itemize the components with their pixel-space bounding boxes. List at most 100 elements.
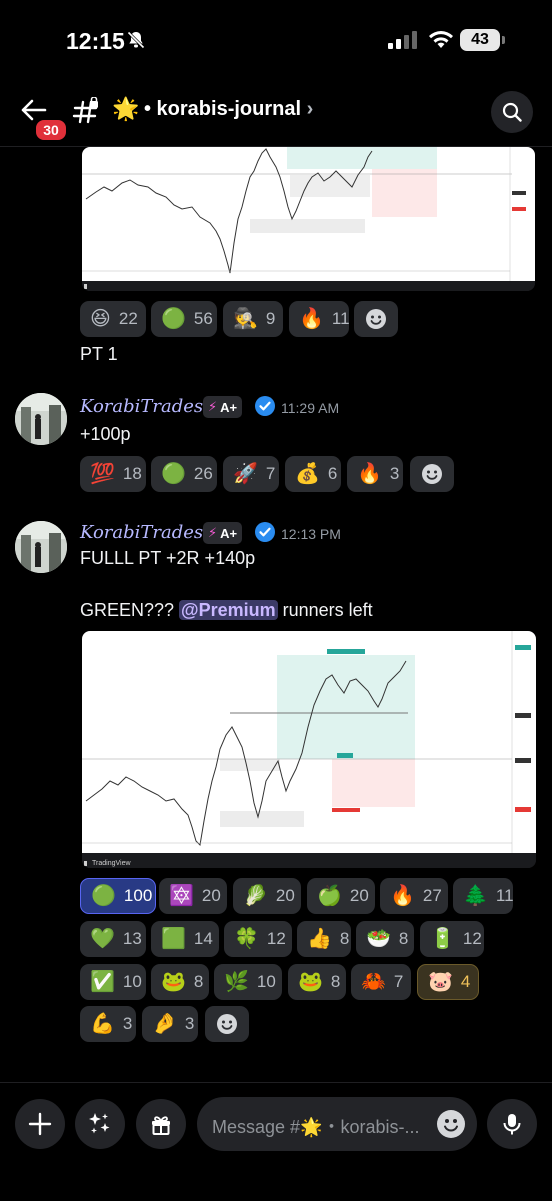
- reaction-count: 56: [193, 309, 213, 328]
- reaction-emoji: 💯: [90, 463, 115, 485]
- reaction-count: 8: [193, 972, 204, 991]
- reaction-count: 20: [275, 886, 295, 905]
- author-name[interactable]: KorabiTrades: [80, 522, 203, 543]
- reaction-pill[interactable]: 🍏 20: [307, 878, 375, 914]
- channel-star-emoji: 🌟: [112, 96, 140, 121]
- locked-hash-icon: [72, 96, 100, 130]
- reaction-count: 8: [339, 929, 350, 948]
- role-tag[interactable]: ⚡ A+: [203, 396, 243, 418]
- reaction-pill[interactable]: 💪 3: [80, 1006, 136, 1042]
- message-text: +100p: [80, 424, 131, 444]
- reaction-emoji: 🟢: [161, 463, 186, 485]
- reaction-emoji: 🌲: [463, 885, 488, 907]
- chart-image-bottom[interactable]: TradingView: [82, 631, 536, 868]
- avatar[interactable]: [15, 393, 67, 445]
- reaction-pill[interactable]: 💯 18: [80, 456, 146, 492]
- reaction-pill[interactable]: 🟢 56: [151, 301, 217, 337]
- text-suffix: runners left: [277, 600, 373, 620]
- reaction-pill[interactable]: 🐸 8: [288, 964, 346, 1000]
- add-button[interactable]: [15, 1099, 65, 1149]
- role-tag[interactable]: ⚡ A+: [203, 522, 243, 544]
- reaction-emoji: 🦀: [361, 971, 386, 993]
- message-timestamp: 12:13 PM: [281, 526, 341, 542]
- gift-button[interactable]: [136, 1099, 186, 1149]
- message-text-line2: GREEN??? @Premium runners left: [80, 600, 373, 621]
- reaction-pill[interactable]: 🥗 8: [356, 921, 414, 957]
- reaction-pill[interactable]: 🔋 12: [420, 921, 484, 957]
- emoji-picker-button[interactable]: [437, 1110, 465, 1138]
- reaction-pill[interactable]: 🔥 11: [289, 301, 350, 337]
- role-tag-label: A+: [220, 525, 238, 541]
- reaction-pill[interactable]: 🟢 100: [80, 878, 156, 914]
- text-prefix: GREEN???: [80, 600, 180, 620]
- reaction-pill[interactable]: 🚀 7: [223, 456, 279, 492]
- reaction-count: 13: [122, 929, 142, 948]
- add-reaction-button[interactable]: [205, 1006, 249, 1042]
- reaction-pill[interactable]: 🦀 7: [351, 964, 411, 1000]
- reaction-pill[interactable]: 😆 22: [80, 301, 146, 337]
- reaction-pill[interactable]: 🍀 12: [224, 921, 292, 957]
- reaction-emoji: 🤌: [152, 1013, 177, 1035]
- reaction-emoji: 🔥: [357, 463, 382, 485]
- role-mention[interactable]: @Premium: [179, 600, 278, 620]
- chart-image-top[interactable]: [82, 147, 535, 291]
- message-timestamp: 11:29 AM: [281, 400, 340, 416]
- reaction-pill[interactable]: 🌲 11: [453, 878, 514, 914]
- reaction-count: 14: [193, 929, 213, 948]
- avatar[interactable]: [15, 521, 67, 573]
- reaction-emoji: 💪: [90, 1013, 115, 1035]
- reaction-emoji: 👍: [307, 928, 332, 950]
- verified-icon: [255, 396, 275, 416]
- apps-button[interactable]: [75, 1099, 125, 1149]
- reaction-pill[interactable]: 👍 8: [297, 921, 351, 957]
- reaction-emoji: 💰: [295, 463, 320, 485]
- reaction-pill[interactable]: 🔯 20: [159, 878, 227, 914]
- reaction-count: 6: [327, 464, 338, 483]
- reaction-pill[interactable]: 🤌 3: [142, 1006, 198, 1042]
- search-button[interactable]: [491, 91, 533, 133]
- reaction-count: 10: [122, 972, 142, 991]
- search-icon: [502, 102, 522, 122]
- reaction-emoji: ✅: [90, 971, 115, 993]
- reaction-pill[interactable]: 🔥 27: [380, 878, 448, 914]
- add-reaction-button[interactable]: [410, 456, 454, 492]
- reaction-pill[interactable]: 💚 13: [80, 921, 146, 957]
- reaction-emoji: 🟩: [161, 928, 186, 950]
- reaction-count: 7: [393, 972, 404, 991]
- reaction-count: 3: [122, 1014, 133, 1033]
- voice-message-button[interactable]: [487, 1099, 537, 1149]
- smiley-icon: [444, 1119, 458, 1132]
- reaction-pill[interactable]: 🟢 26: [151, 456, 217, 492]
- reaction-count: 12: [266, 929, 286, 948]
- message-text-pt1: PT 1: [80, 344, 118, 364]
- add-reaction-button[interactable]: [354, 301, 398, 337]
- reaction-pill[interactable]: 🐸 8: [151, 964, 209, 1000]
- reaction-count: 11: [495, 886, 514, 905]
- verified-icon: [255, 522, 275, 542]
- reaction-count: 3: [389, 464, 400, 483]
- clock: 12:15: [66, 28, 125, 54]
- unread-badge: 30: [34, 118, 68, 142]
- reaction-pill[interactable]: 🔥 3: [347, 456, 403, 492]
- reaction-pill[interactable]: ✅ 10: [80, 964, 146, 1000]
- tradingview-icon: [84, 284, 87, 289]
- message-input[interactable]: Message #🌟・korabis-...: [197, 1097, 477, 1151]
- reaction-count: 8: [398, 929, 409, 948]
- reaction-pill[interactable]: 🥬 20: [233, 878, 301, 914]
- reaction-pill[interactable]: 🌿 10: [214, 964, 282, 1000]
- reaction-count: 12: [462, 929, 482, 948]
- author-name[interactable]: KorabiTrades: [80, 396, 203, 417]
- reaction-pill[interactable]: 🐷 4: [417, 964, 479, 1000]
- reaction-count: 7: [265, 464, 276, 483]
- reaction-emoji: 🕵️: [233, 308, 258, 330]
- tradingview-icon: [84, 861, 87, 866]
- channel-name[interactable]: • korabis-journal ›: [144, 98, 313, 121]
- reaction-pill[interactable]: 🕵️ 9: [223, 301, 283, 337]
- reaction-emoji: 🥬: [243, 885, 268, 907]
- plus-icon: [28, 1112, 52, 1136]
- reaction-pill[interactable]: 🟩 14: [151, 921, 219, 957]
- candlestick-chart: [82, 631, 531, 853]
- reaction-emoji: 🔋: [430, 928, 455, 950]
- reaction-pill[interactable]: 💰 6: [285, 456, 341, 492]
- reaction-count: 8: [330, 972, 341, 991]
